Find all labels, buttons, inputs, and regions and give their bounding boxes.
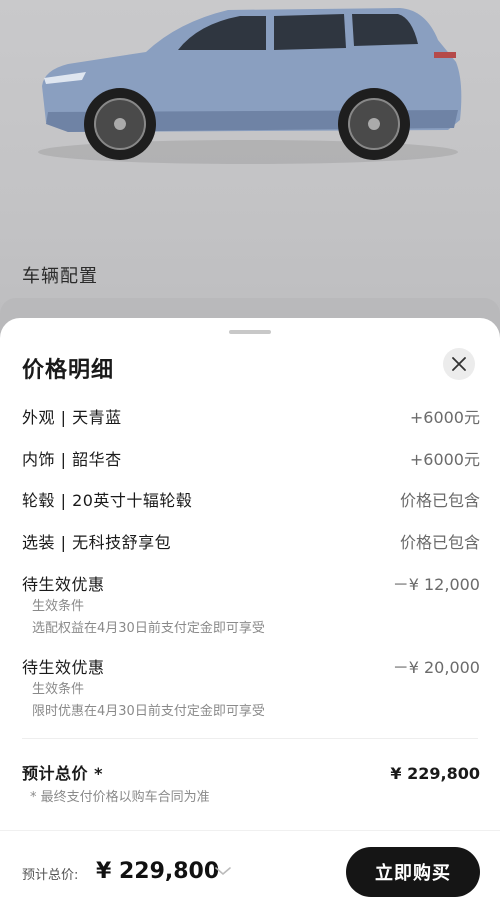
discount-label: 待生效优惠 [22, 575, 105, 594]
footer-total-label: 预计总价: [22, 868, 79, 883]
discount-condition-text: 限时优惠在4月30日前支付定金即可享受 [32, 704, 265, 719]
discount-condition-text: 选配权益在4月30日前支付定金即可享受 [32, 621, 265, 636]
price-row-options: 选装 | 无科技舒享包 价格已包含 [22, 529, 480, 553]
car-image [38, 8, 462, 164]
total-label: 预计总价 * [22, 764, 103, 783]
discount-condition-title: 生效条件 [32, 599, 85, 614]
discount-row-2: 待生效优惠 －¥ 20,000 [22, 654, 480, 678]
section-title: 车辆配置 [22, 266, 98, 287]
discount-row-1: 待生效优惠 －¥ 12,000 [22, 571, 480, 595]
row-label: 轮毂 | 20英寸十辐轮毂 [22, 491, 193, 510]
price-row-interior: 内饰 | 韶华杏 +6000元 [22, 446, 480, 470]
close-button[interactable] [443, 348, 475, 380]
row-value: +6000元 [409, 450, 480, 469]
row-value: 价格已包含 [399, 533, 480, 552]
close-icon [452, 357, 466, 371]
purchase-bar: 预计总价: ¥ 229,800 立即购买 [0, 830, 500, 912]
discount-value: －¥ 12,000 [392, 575, 480, 594]
row-label: 外观 | 天青蓝 [22, 408, 122, 427]
sheet-title: 价格明细 [22, 358, 115, 383]
chevron-down-icon[interactable] [214, 865, 232, 877]
drag-handle[interactable] [229, 330, 271, 334]
row-label: 选装 | 无科技舒享包 [22, 533, 172, 552]
row-value: +6000元 [409, 408, 480, 427]
discount-condition-title: 生效条件 [32, 682, 85, 697]
divider [22, 738, 478, 739]
price-row-exterior: 外观 | 天青蓝 +6000元 [22, 404, 480, 428]
discount-label: 待生效优惠 [22, 658, 105, 677]
row-value: 价格已包含 [399, 491, 480, 510]
footer-total-price: ¥ 229,800 [96, 859, 220, 884]
price-note: * 最终支付价格以购车合同为准 [30, 790, 210, 805]
price-row-wheels: 轮毂 | 20英寸十辐轮毂 价格已包含 [22, 487, 480, 511]
total-value: ¥ 229,800 [390, 764, 480, 783]
discount-value: －¥ 20,000 [392, 658, 480, 677]
row-label: 内饰 | 韶华杏 [22, 450, 122, 469]
configurator-backdrop: 车辆配置 [0, 0, 500, 340]
buy-now-button[interactable]: 立即购买 [346, 847, 480, 897]
total-row: 预计总价 * ¥ 229,800 [22, 760, 480, 784]
price-detail-sheet: 价格明细 外观 | 天青蓝 +6000元 内饰 | 韶华杏 +6000元 轮毂 … [0, 318, 500, 912]
